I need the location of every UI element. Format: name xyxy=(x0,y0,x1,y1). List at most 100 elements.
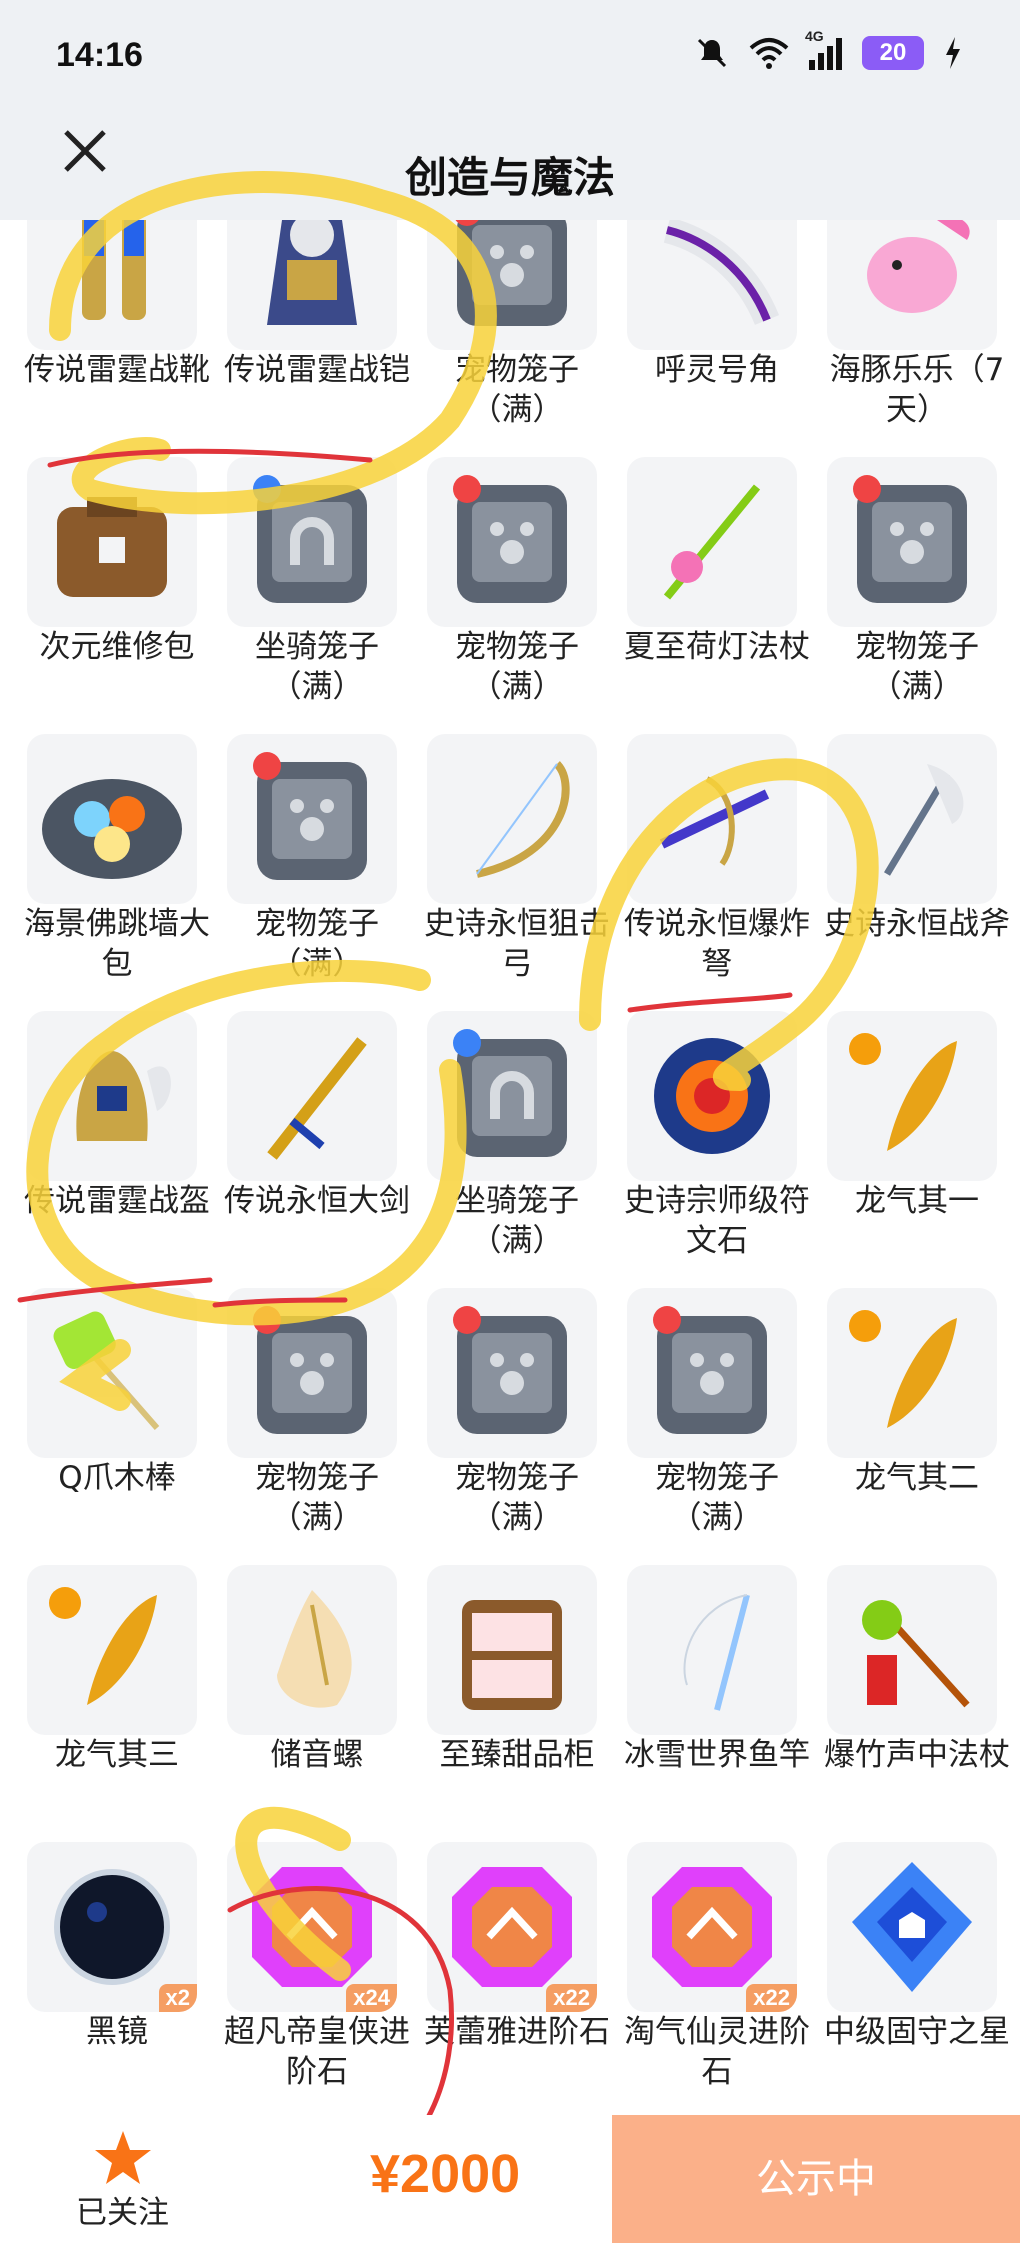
item-cell[interactable]: 储音螺 xyxy=(227,1565,427,1825)
item-cell[interactable]: 夏至荷灯法杖 xyxy=(624,457,827,717)
item-label: 传说雷霆战铠 xyxy=(224,352,410,388)
item-cell[interactable]: 海景佛跳墙大包 xyxy=(24,734,227,994)
item-label: 海景佛跳墙大包 xyxy=(24,906,210,982)
mount-cage-icon xyxy=(453,1029,567,1157)
item-cell[interactable]: 龙气其一 xyxy=(827,1011,1020,1271)
star-icon xyxy=(95,2131,151,2184)
shield-star-icon xyxy=(852,1862,972,1992)
item-label: 传说雷霆战盔 xyxy=(24,1183,210,1219)
item-cell[interactable]: 中级固守之星 xyxy=(824,1842,1020,2102)
bow-icon xyxy=(476,761,570,878)
item-cell[interactable]: x22 淘气仙灵进阶石 xyxy=(624,1842,827,2102)
item-cell[interactable]: 呼灵号角 xyxy=(627,220,827,440)
quantity-badge: x22 xyxy=(746,1984,797,2012)
item-thumbnail xyxy=(427,457,597,627)
network-type: 4G xyxy=(805,28,824,44)
item-thumbnail xyxy=(227,457,397,627)
item-thumbnail xyxy=(427,1011,597,1181)
header: 创造与魔法 xyxy=(0,120,1020,220)
hammer-icon xyxy=(53,1311,160,1430)
item-thumbnail xyxy=(627,457,797,627)
item-thumbnail xyxy=(27,1288,197,1458)
item-cell[interactable]: 坐骑笼子（满） xyxy=(427,1011,627,1271)
item-cell[interactable]: x2 黑镜 xyxy=(27,1842,227,2102)
item-cell[interactable]: 传说雷霆战靴 xyxy=(24,220,227,440)
item-cell[interactable]: 爆竹声中法杖 xyxy=(824,1565,1020,1825)
item-cell[interactable]: 海豚乐乐（7天） xyxy=(827,220,1020,440)
item-thumbnail xyxy=(827,1011,997,1181)
item-label: 宠物笼子（满） xyxy=(655,1460,779,1536)
firecracker-staff-icon xyxy=(862,1600,970,1708)
item-cell[interactable]: 宠物笼子（满） xyxy=(227,734,427,994)
sword-icon xyxy=(267,1037,367,1160)
item-label: 芙蕾雅进阶石 xyxy=(424,2014,610,2050)
price: ¥2000 xyxy=(370,2144,521,2204)
item-cell[interactable]: 传说雷霆战盔 xyxy=(24,1011,227,1271)
item-cell[interactable]: Q爪木棒 xyxy=(27,1288,227,1548)
public-status-button[interactable]: 公示中 xyxy=(612,2115,1020,2243)
item-cell[interactable]: 宠物笼子（满） xyxy=(427,1288,627,1548)
item-cell[interactable]: 史诗宗师级符文石 xyxy=(624,1011,827,1271)
dragon-qi-icon xyxy=(849,1033,957,1151)
dragon-qi-icon xyxy=(849,1310,957,1428)
item-cell[interactable]: 次元维修包 xyxy=(27,457,227,717)
boots-icon xyxy=(82,220,146,320)
wifi-icon xyxy=(749,38,789,69)
pet-cage-icon xyxy=(253,752,367,880)
item-thumbnail xyxy=(427,1565,597,1735)
item-label: 中级固守之星 xyxy=(824,2014,1010,2050)
item-cell[interactable]: 史诗永恒战斧 xyxy=(824,734,1020,994)
item-cell[interactable]: 宠物笼子（满） xyxy=(827,457,1020,717)
item-thumbnail xyxy=(427,220,597,350)
mount-cage-icon xyxy=(253,475,367,603)
item-thumbnail xyxy=(827,1842,997,2012)
item-cell[interactable]: 冰雪世界鱼竿 xyxy=(624,1565,827,1825)
item-thumbnail xyxy=(27,1565,197,1735)
dragon-qi-icon xyxy=(49,1587,157,1705)
follow-button[interactable]: 已关注 xyxy=(0,2115,245,2243)
item-cell[interactable]: 龙气其二 xyxy=(827,1288,1020,1548)
conch-icon xyxy=(277,1590,352,1708)
item-thumbnail xyxy=(427,734,597,904)
follow-label: 已关注 xyxy=(76,2195,169,2231)
status-icons: 4G 20 xyxy=(695,28,962,70)
item-cell[interactable]: 宠物笼子（满） xyxy=(227,1288,427,1548)
pet-cage-icon xyxy=(253,1306,367,1434)
item-label: 坐骑笼子（满） xyxy=(255,629,379,705)
item-thumbnail xyxy=(427,1288,597,1458)
status-time: 14:16 xyxy=(56,36,143,74)
item-label: 史诗宗师级符文石 xyxy=(624,1183,810,1259)
pet-cage-icon xyxy=(653,1306,767,1434)
item-cell[interactable]: 传说永恒大剑 xyxy=(224,1011,427,1271)
item-label: 宠物笼子（满） xyxy=(455,352,579,428)
item-label: 呼灵号角 xyxy=(655,352,779,388)
staff-icon xyxy=(663,484,761,600)
item-label: 次元维修包 xyxy=(39,629,195,665)
item-label: 龙气其三 xyxy=(55,1737,179,1773)
quantity-badge: x22 xyxy=(546,1984,597,2012)
item-cell[interactable]: x22 芙蕾雅进阶石 xyxy=(424,1842,627,2102)
item-cell[interactable]: 坐骑笼子（满） xyxy=(227,457,427,717)
fishing-rod-icon xyxy=(683,1594,750,1711)
item-cell[interactable]: 宠物笼子（满） xyxy=(627,1288,827,1548)
item-label: 爆竹声中法杖 xyxy=(824,1737,1010,1773)
item-label: 超凡帝皇侠进阶石 xyxy=(224,2014,410,2090)
item-thumbnail xyxy=(827,734,997,904)
signal-icon: 4G xyxy=(805,28,842,70)
item-label: 夏至荷灯法杖 xyxy=(624,629,810,665)
item-cell[interactable]: 龙气其三 xyxy=(27,1565,227,1825)
item-cell[interactable]: 传说永恒爆炸弩 xyxy=(624,734,827,994)
item-cell[interactable]: 宠物笼子（满） xyxy=(427,457,627,717)
pet-cage-icon xyxy=(853,475,967,603)
item-cell[interactable]: 史诗永恒狙击弓 xyxy=(424,734,627,994)
item-cell[interactable]: 宠物笼子（满） xyxy=(427,220,627,440)
item-label: 坐骑笼子（满） xyxy=(455,1183,579,1259)
item-label: 史诗永恒狙击弓 xyxy=(424,906,610,982)
rune-stone-icon xyxy=(654,1038,770,1154)
item-cell[interactable]: x24 超凡帝皇侠进阶石 xyxy=(224,1842,427,2102)
item-cell[interactable]: 传说雷霆战铠 xyxy=(224,220,427,440)
helmet-icon xyxy=(76,1051,171,1141)
bottom-bar: 已关注 ¥2000 公示中 xyxy=(0,2115,1020,2243)
item-thumbnail xyxy=(227,220,397,350)
item-cell[interactable]: 至臻甜品柜 xyxy=(427,1565,627,1825)
